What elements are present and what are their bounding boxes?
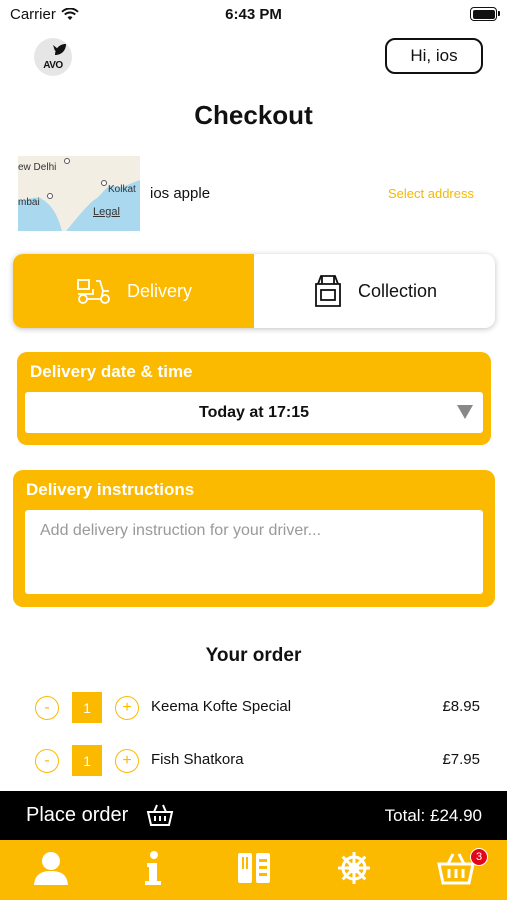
item-name: Fish Shatkora (151, 751, 244, 768)
delivery-label: Delivery (126, 280, 192, 301)
logo-text: AVO (43, 60, 63, 71)
increase-qty-button[interactable]: + (115, 749, 139, 773)
dropdown-caret-icon (457, 405, 473, 419)
address-name: ios apple (150, 185, 211, 202)
order-total: Total: £24.90 (384, 806, 482, 825)
qty-value: 1 (72, 692, 102, 723)
order-item: - 1 + Keema Kofte Special £8.95 (35, 692, 485, 723)
battery-icon (470, 7, 500, 21)
basket-icon (146, 804, 174, 826)
delivery-tab[interactable]: Delivery (13, 254, 254, 328)
select-address-link[interactable]: Select address (388, 186, 474, 201)
instructions-card: Delivery instructions (13, 470, 495, 607)
decrease-qty-button[interactable]: - (35, 749, 59, 773)
tab-bar: 3 (0, 840, 507, 900)
tab-menu[interactable] (234, 848, 274, 888)
collection-label: Collection (357, 280, 438, 301)
status-time: 6:43 PM (225, 6, 282, 23)
map-label-kolkata: Kolkat (108, 184, 136, 195)
map-label-delhi: ew Delhi (18, 162, 57, 173)
map-dot (47, 193, 53, 199)
place-order-label: Place order (26, 804, 129, 826)
address-row: ew Delhi Kolkat mbai Legal ios apple Sel… (18, 156, 488, 232)
instructions-title: Delivery instructions (26, 480, 195, 499)
decrease-qty-button[interactable]: - (35, 696, 59, 720)
tab-info[interactable] (133, 848, 173, 888)
menu-icon (238, 853, 270, 883)
map-label-mumbai: mbai (18, 197, 40, 208)
order-heading: Your order (205, 645, 302, 666)
item-price: £7.95 (442, 751, 480, 768)
account-button[interactable]: Hi, ios (385, 38, 483, 74)
delivery-time-value: Today at 17:15 (199, 403, 309, 421)
item-name: Keema Kofte Special (151, 698, 292, 715)
delivery-time-select[interactable]: Today at 17:15 (25, 392, 483, 433)
place-order-bar[interactable]: Place order Total: £24.90 (0, 791, 507, 840)
delivery-time-card: Delivery date & time Today at 17:15 (17, 352, 491, 445)
basket-count-badge: 3 (470, 848, 488, 866)
map-dot (101, 180, 107, 186)
leaf-icon (53, 44, 66, 55)
fulfilment-toggle: Delivery Collection (13, 254, 495, 328)
increase-qty-button[interactable]: + (115, 696, 139, 720)
avo-logo: AVO (34, 38, 72, 76)
info-icon (145, 851, 161, 885)
item-price: £8.95 (442, 698, 480, 715)
qty-value: 1 (72, 745, 102, 776)
instructions-input[interactable] (25, 510, 483, 594)
bag-icon (315, 275, 341, 307)
map-dot (64, 158, 70, 164)
map-thumbnail[interactable]: ew Delhi Kolkat mbai Legal (18, 156, 140, 231)
status-bar: Carrier 6:43 PM (0, 0, 507, 30)
delivery-time-title: Delivery date & time (30, 362, 193, 381)
settings-icon (338, 852, 370, 884)
map-legal-link[interactable]: Legal (93, 206, 120, 218)
tab-profile[interactable] (31, 848, 71, 888)
scooter-icon (77, 279, 110, 304)
order-item: - 1 + Fish Shatkora £7.95 (35, 745, 485, 776)
page-title: Checkout (194, 100, 313, 130)
collection-tab[interactable]: Collection (254, 254, 495, 328)
tab-settings[interactable] (334, 848, 374, 888)
profile-icon (34, 852, 68, 885)
